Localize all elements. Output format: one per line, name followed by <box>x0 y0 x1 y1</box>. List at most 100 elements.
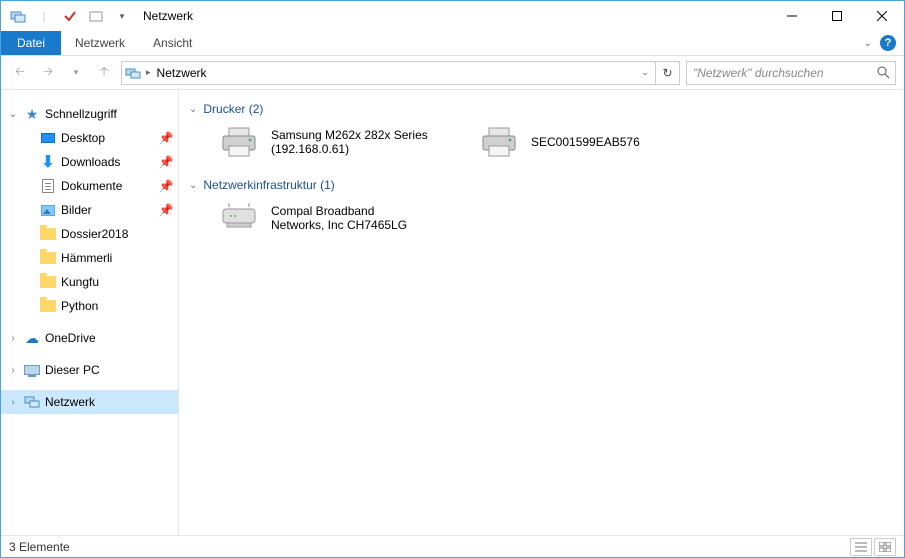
item-text: Samsung M262x 282x Series(192.168.0.61) <box>271 128 428 156</box>
network-item[interactable]: Samsung M262x 282x Series(192.168.0.61) <box>217 124 457 160</box>
nav-forward-button[interactable]: 🡢 <box>37 62 59 84</box>
content-pane[interactable]: ⌄ Drucker (2) Samsung M262x 282x Series(19… <box>179 90 904 535</box>
tree-quick-item[interactable]: Dokumente 📌 <box>1 174 178 198</box>
pin-icon: 📌 <box>158 131 174 145</box>
nav-recent-dropdown[interactable]: ▾ <box>65 62 87 84</box>
qat-dropdown-icon[interactable]: ▾ <box>111 5 133 27</box>
tree-label: Netzwerk <box>45 395 178 409</box>
group-header[interactable]: ⌄ Drucker (2) <box>189 98 894 120</box>
tree-quick-access[interactable]: ⌄ ★ Schnellzugriff <box>1 102 178 126</box>
chevron-down-icon[interactable]: ⌄ <box>189 104 197 115</box>
item-text: Compal BroadbandNetworks, Inc CH7465LG <box>271 204 407 232</box>
group-header[interactable]: ⌄Netzwerkinfrastruktur (1) <box>189 174 894 196</box>
maximize-button[interactable] <box>814 1 859 31</box>
navigation-bar: 🡠 🡢 ▾ 🡡 ▸ Netzwerk ⌄ ↻ <box>1 56 904 90</box>
item-name: Compal Broadband <box>271 204 407 218</box>
title-bar: | ▾ Netzwerk <box>1 1 904 31</box>
ribbon-tab-network[interactable]: Netzwerk <box>61 31 139 55</box>
tree-label: Schnellzugriff <box>45 107 178 121</box>
group-items: Samsung M262x 282x Series(192.168.0.61) S… <box>189 120 894 172</box>
tree-network[interactable]: › Netzwerk <box>1 390 178 414</box>
tree-quick-item[interactable]: Desktop 📌 <box>1 126 178 150</box>
ribbon-tabs: Datei Netzwerk Ansicht ⌄ ? <box>1 31 904 56</box>
ribbon-tab-view[interactable]: Ansicht <box>139 31 206 55</box>
tree-label: Dieser PC <box>45 363 178 377</box>
chevron-right-icon[interactable]: › <box>7 397 19 408</box>
body: ⌄ ★ Schnellzugriff Desktop📌⬇Downloads📌Do… <box>1 90 904 535</box>
ribbon-file-tab[interactable]: Datei <box>1 31 61 55</box>
tree-label: Desktop <box>61 131 154 145</box>
minimize-button[interactable] <box>769 1 814 31</box>
tree-quick-item[interactable]: Bilder 📌 <box>1 198 178 222</box>
folder-icon <box>39 300 57 312</box>
view-details-button[interactable] <box>850 538 872 556</box>
breadcrumb-separator-icon[interactable]: ▸ <box>144 67 153 78</box>
search-icon[interactable] <box>871 66 895 79</box>
item-subtitle: Networks, Inc CH7465LG <box>271 218 407 232</box>
item-name: SEC001599EAB576 <box>531 135 640 149</box>
nav-back-button[interactable]: 🡠 <box>9 62 31 84</box>
tree-quick-item[interactable]: ⬇ Downloads 📌 <box>1 150 178 174</box>
network-icon <box>23 394 41 410</box>
qat-new-folder-icon[interactable] <box>85 5 107 27</box>
refresh-button[interactable]: ↻ <box>656 61 680 85</box>
folder-icon <box>39 228 57 240</box>
close-button[interactable] <box>859 1 904 31</box>
ribbon-expand-icon[interactable]: ⌄ <box>864 38 872 49</box>
pin-icon: 📌 <box>158 155 174 169</box>
window-controls <box>769 1 904 31</box>
chevron-down-icon[interactable]: ⌄ <box>7 109 19 120</box>
tree-quick-item[interactable]: Dossier2018 <box>1 222 178 246</box>
tree-this-pc[interactable]: › Dieser PC <box>1 358 178 382</box>
network-item[interactable]: SEC001599EAB576 <box>477 124 717 160</box>
address-text[interactable]: Netzwerk <box>153 66 635 80</box>
desktop-icon <box>39 133 57 143</box>
navigation-pane[interactable]: ⌄ ★ Schnellzugriff Desktop📌⬇Downloads📌Do… <box>1 90 179 535</box>
item-subtitle: (192.168.0.61) <box>271 142 428 156</box>
chevron-right-icon[interactable]: › <box>7 333 19 344</box>
qat-separator: | <box>33 5 55 27</box>
search-box <box>686 61 896 85</box>
status-bar: 3 Elemente <box>1 535 904 557</box>
help-icon[interactable]: ? <box>880 35 896 51</box>
tree-quick-item[interactable]: Python <box>1 294 178 318</box>
pc-icon <box>23 365 41 375</box>
router-icon <box>217 200 261 236</box>
tree-label: Dokumente <box>61 179 154 193</box>
cloud-icon: ☁ <box>23 330 41 347</box>
pin-icon: 📌 <box>158 203 174 217</box>
printer-icon <box>217 124 261 160</box>
downloads-icon: ⬇ <box>39 152 57 172</box>
address-icon <box>122 65 144 81</box>
view-icons-button[interactable] <box>874 538 896 556</box>
tree-label: OneDrive <box>45 331 178 345</box>
folder-icon <box>39 252 57 264</box>
search-input[interactable] <box>687 66 871 80</box>
chevron-right-icon[interactable]: › <box>7 365 19 376</box>
folder-icon <box>39 276 57 288</box>
status-item-count: 3 Elemente <box>9 540 70 554</box>
item-text: SEC001599EAB576 <box>531 135 640 149</box>
tree-label: Bilder <box>61 203 154 217</box>
tree-label: Downloads <box>61 155 154 169</box>
pin-icon: 📌 <box>158 179 174 193</box>
qat-properties-icon[interactable] <box>59 5 81 27</box>
documents-icon <box>39 179 57 193</box>
group-title: Drucker (2) <box>203 102 263 116</box>
tree-onedrive[interactable]: › ☁ OneDrive <box>1 326 178 350</box>
explorer-window: | ▾ Netzwerk Datei Netzwerk Ansicht ⌄ ? <box>0 0 905 558</box>
app-icon[interactable] <box>7 5 29 27</box>
tree-quick-item[interactable]: Kungfu <box>1 270 178 294</box>
window-title: Netzwerk <box>143 9 193 23</box>
tree-label: Dossier2018 <box>61 227 178 241</box>
tree-label: Kungfu <box>61 275 178 289</box>
pictures-icon <box>39 205 57 216</box>
tree-quick-item[interactable]: Hämmerli <box>1 246 178 270</box>
address-dropdown-icon[interactable]: ⌄ <box>635 67 655 78</box>
address-bar[interactable]: ▸ Netzwerk ⌄ <box>121 61 656 85</box>
chevron-down-icon[interactable]: ⌄ <box>189 180 197 191</box>
nav-up-button[interactable]: 🡡 <box>93 62 115 84</box>
network-item[interactable]: Compal BroadbandNetworks, Inc CH7465LG <box>217 200 457 236</box>
printer-icon <box>477 124 521 160</box>
tree-label: Hämmerli <box>61 251 178 265</box>
